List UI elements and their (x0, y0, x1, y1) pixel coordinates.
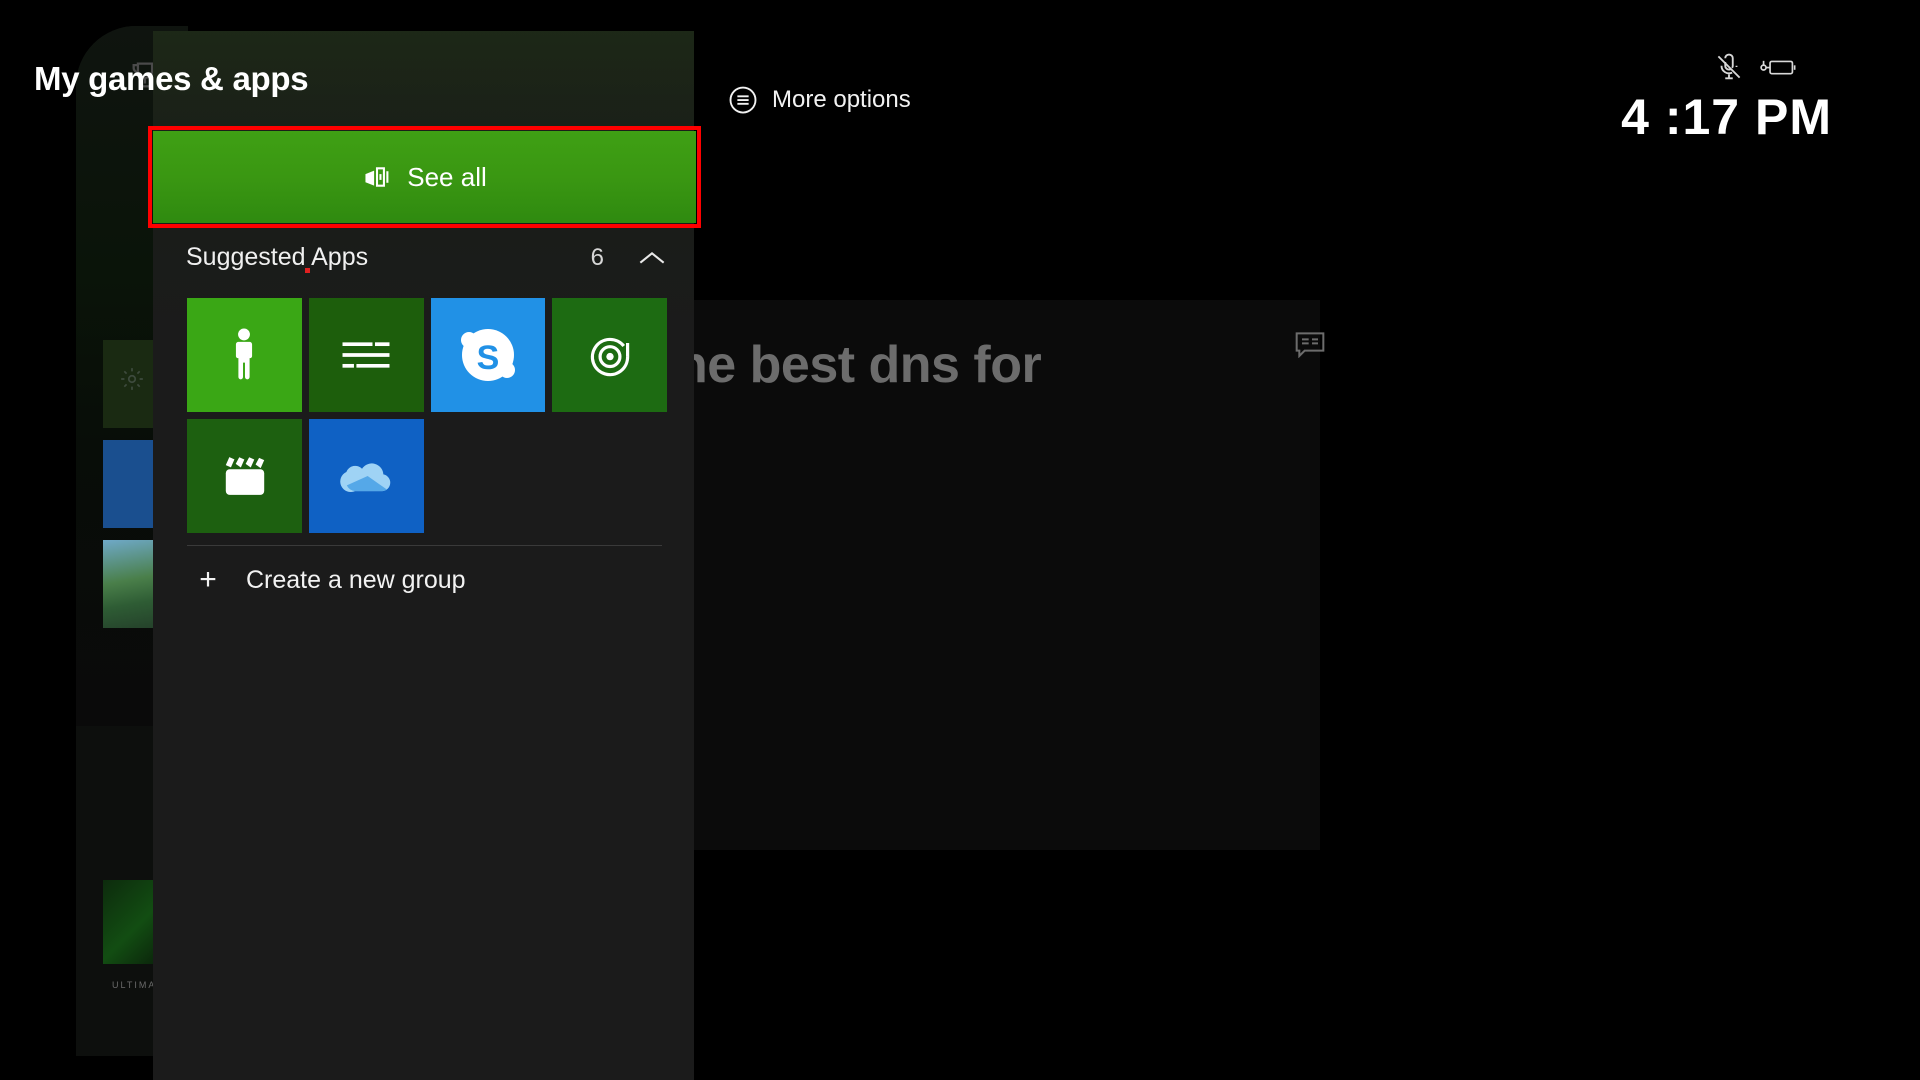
create-new-group-button[interactable]: + Create a new group (198, 563, 466, 596)
app-tile-movies-and-tv[interactable] (187, 419, 302, 533)
app-tile-groove-music[interactable] (552, 298, 667, 412)
svg-text:S: S (477, 339, 500, 377)
more-options-label: More options (772, 86, 911, 113)
hamburger-circle-icon (728, 85, 758, 115)
tile-row: S (187, 298, 667, 412)
article-title: ts the best dns for ast (600, 336, 1042, 464)
chevron-up-icon[interactable] (638, 249, 666, 267)
plus-icon: + (199, 563, 217, 596)
see-all-highlight-box (148, 126, 701, 228)
more-options-button[interactable]: More options (728, 85, 911, 115)
avatar-person-icon (224, 327, 264, 383)
system-clock: 4 :17 PM (1621, 89, 1832, 145)
lines-list-icon (341, 338, 391, 372)
group-count: 6 (590, 243, 604, 271)
annotation-dot (305, 268, 310, 273)
gear-icon (119, 366, 145, 397)
suggested-apps-tile-grid: S (187, 298, 667, 540)
clapperboard-icon (219, 452, 271, 500)
group-title: Suggested Apps (186, 243, 369, 271)
suggested-apps-group-header[interactable]: Suggested Apps 6 (186, 243, 666, 272)
xbox-dashboard-screen: ULTIMATE ts the best dns for ast More op… (0, 0, 1920, 1080)
tile-row (187, 419, 667, 533)
app-tile-onedrive[interactable] (309, 419, 424, 533)
closed-caption-icon (1294, 330, 1326, 359)
group-divider (187, 545, 662, 546)
app-tile-skype[interactable]: S (430, 298, 546, 412)
controller-battery-icon (1760, 54, 1798, 80)
groove-music-icon (586, 331, 634, 379)
skype-icon: S (457, 324, 519, 386)
status-icon-group (1714, 52, 1798, 82)
create-new-group-label: Create a new group (246, 565, 466, 594)
microphone-muted-icon (1714, 52, 1744, 82)
app-tile-xbox-insider-hub[interactable] (308, 298, 424, 412)
page-title: My games & apps (34, 60, 309, 97)
onedrive-cloud-icon (339, 458, 394, 494)
app-tile-xbox-avatars[interactable] (187, 298, 302, 412)
